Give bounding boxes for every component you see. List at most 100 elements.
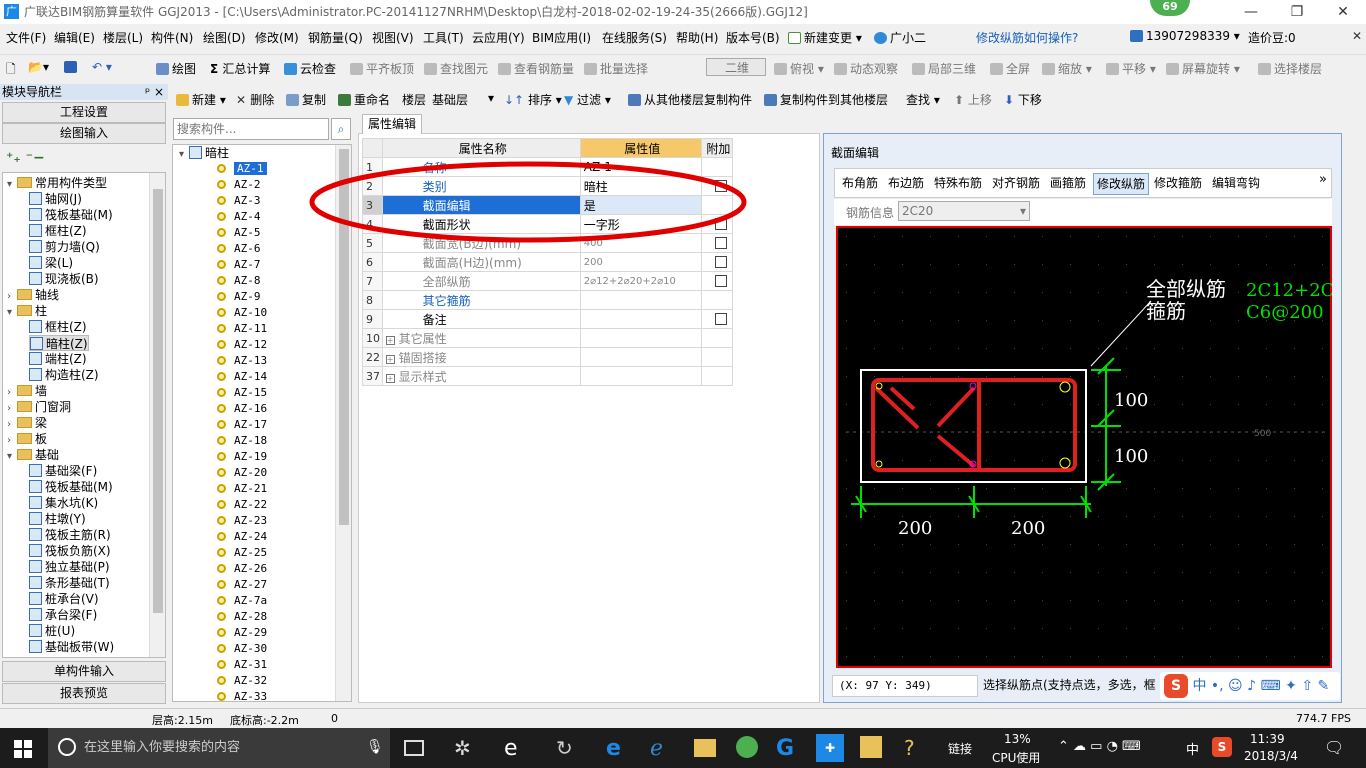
save-icon[interactable] — [64, 60, 80, 74]
help-question-link[interactable]: 修改纵筋如何操作? — [976, 29, 1078, 46]
windows-start-icon[interactable] — [14, 740, 32, 758]
nav-pin-close[interactable]: ᵖ × — [145, 84, 164, 100]
green-app-icon[interactable] — [736, 736, 758, 758]
component-list-item[interactable]: AZ-28 — [217, 609, 267, 625]
property-value-cell[interactable]: 2⌀12+2⌀20+2⌀10 — [579, 271, 702, 291]
find-element-button[interactable]: 查找图元 — [424, 60, 488, 77]
component-list-item[interactable]: AZ-3 — [217, 193, 261, 209]
component-list-item[interactable]: AZ-29 — [217, 625, 267, 641]
component-list-item[interactable]: AZ-9 — [217, 289, 261, 305]
nav-tree-item[interactable]: ▾ 柱 — [7, 303, 47, 319]
more-tabs-icon[interactable]: » — [1319, 172, 1327, 187]
edge-legacy-icon[interactable]: e — [504, 736, 530, 761]
menu-version[interactable]: 版本号(B) — [726, 29, 780, 46]
align-slab-top-button[interactable]: 平齐板顶 — [350, 60, 414, 77]
component-list-item[interactable]: AZ-26 — [217, 561, 267, 577]
notification-icon[interactable]: 🗨 — [1324, 738, 1344, 757]
component-list-item[interactable]: AZ-24 — [217, 529, 267, 545]
microphone-icon[interactable]: 🎙 — [366, 739, 384, 755]
fullscreen-button[interactable]: 全屏 — [990, 60, 1030, 77]
menu-rebar[interactable]: 钢筋量(Q) — [308, 29, 363, 46]
nav-tree-item[interactable]: 筏板基础(M) — [29, 207, 113, 223]
component-list-item[interactable]: AZ-16 — [217, 401, 267, 417]
property-value-cell[interactable] — [579, 347, 702, 367]
edge-icon[interactable]: e — [606, 736, 632, 761]
component-list-item[interactable]: AZ-21 — [217, 481, 267, 497]
property-name-cell[interactable]: + 显示样式 — [381, 366, 581, 386]
expand-collapse-all-icon[interactable]: ⁺₊ ⁻− — [6, 150, 45, 166]
ime-toolbar[interactable]: S 中 •, ☺ ♪ ⌨ ✦ ⇧ ✎ — [1160, 672, 1340, 700]
move-up-button[interactable]: ⬆ 上移 — [954, 91, 992, 108]
component-list-item[interactable]: AZ-11 — [217, 321, 267, 337]
property-name-cell[interactable]: 其它箍筋 — [381, 290, 581, 310]
property-value-cell[interactable]: 200 — [579, 252, 702, 272]
property-name-cell[interactable]: 截面高(H边)(mm) — [381, 252, 581, 272]
component-list-item[interactable]: AZ-30 — [217, 641, 267, 657]
expand-plus-icon[interactable]: + — [385, 335, 395, 345]
add-checkbox[interactable] — [714, 256, 727, 268]
ie-icon[interactable]: ℯ — [650, 736, 676, 761]
property-name-cell[interactable]: + 锚固搭接 — [381, 347, 581, 367]
sogou-icon[interactable]: S — [1164, 674, 1188, 698]
score-badge[interactable]: 69 — [1150, 0, 1190, 16]
tray-icons[interactable]: ⌃ ☁ ▭ ◔ ⌨ — [1058, 739, 1141, 754]
copy-to-floor-button[interactable]: 复制构件到其他楼层 — [764, 91, 888, 108]
property-row[interactable]: 8 其它箍筋 — [362, 290, 734, 310]
delete-button[interactable]: ✕ 删除 — [236, 91, 274, 108]
component-list-item[interactable]: AZ-5 — [217, 225, 261, 241]
report-preview-button[interactable]: 报表预览 — [2, 683, 166, 704]
filter-button[interactable]: ▼ 过滤 ▾ — [564, 91, 611, 108]
rename-button[interactable]: 重命名 — [338, 91, 390, 108]
section-canvas[interactable]: 全部纵筋 箍筋 2C12+2C C6@200 100 100 200 200 5… — [836, 226, 1332, 668]
expand-plus-icon[interactable]: + — [385, 354, 395, 364]
assistant-menu[interactable]: 广小二 — [874, 29, 926, 46]
tree-scrollbar-thumb[interactable] — [153, 189, 163, 613]
summary-calc-button[interactable]: Σ 汇总计算 — [210, 60, 270, 77]
nav-tree-item[interactable]: 独立基础(P) — [29, 559, 110, 575]
component-list-item[interactable]: AZ-32 — [217, 673, 267, 689]
link-label[interactable]: 链接 — [948, 740, 972, 757]
nav-tree-item[interactable]: 桩(U) — [29, 623, 75, 639]
undo-icon[interactable]: ↶ ▾ — [92, 60, 112, 74]
component-list-item[interactable]: AZ-7 — [217, 257, 261, 273]
nav-tree-item[interactable]: › 轴线 — [7, 287, 59, 303]
nav-tree-item[interactable]: 基础梁(F) — [29, 463, 97, 479]
nav-tree-item[interactable]: ▾ 基础 — [7, 447, 59, 463]
cloud-check-button[interactable]: 云检查 — [284, 60, 336, 77]
section-tab[interactable]: 布角筋 — [839, 173, 881, 195]
chinese-mode-icon[interactable]: 中 •, ☺ ♪ ⌨ ✦ ⇧ ✎ — [1192, 678, 1329, 694]
component-list-item[interactable]: AZ-20 — [217, 465, 267, 481]
component-list-item[interactable]: AZ-31 — [217, 657, 267, 673]
component-list-item[interactable]: AZ-6 — [217, 241, 261, 257]
property-value-cell[interactable] — [579, 309, 702, 329]
menu-file[interactable]: 文件(F) — [6, 29, 46, 46]
swirl-app-icon[interactable]: ↻ — [556, 736, 582, 760]
account-menu[interactable]: 13907298339 ▾ — [1130, 29, 1240, 43]
file-explorer-icon[interactable] — [694, 739, 716, 757]
sogou-tray-icon[interactable]: S — [1212, 737, 1232, 757]
property-row[interactable]: 22 + 锚固搭接 — [362, 347, 734, 367]
component-list-item[interactable]: AZ-4 — [217, 209, 261, 225]
rotate-screen-button[interactable]: 屏幕旋转 ▾ — [1166, 60, 1240, 77]
nav-tree-item[interactable]: 剪力墙(Q) — [29, 239, 100, 255]
component-list-item[interactable]: AZ-10 — [217, 305, 267, 321]
select-floor-button[interactable]: 选择楼层 — [1258, 60, 1322, 77]
close-button[interactable]: ✕ — [1320, 0, 1366, 24]
property-name-cell[interactable]: 全部纵筋 — [381, 271, 581, 291]
nav-tree-item[interactable]: › 板 — [7, 431, 47, 447]
section-tab[interactable]: 对齐钢筋 — [989, 173, 1043, 195]
component-list-item[interactable]: AZ-27 — [217, 577, 267, 593]
property-row[interactable]: 10 + 其它属性 — [362, 328, 734, 348]
nav-tree-item[interactable]: › 门窗洞 — [7, 399, 71, 415]
property-name-cell[interactable]: 备注 — [381, 309, 581, 329]
new-file-icon[interactable]: 🗋 — [6, 60, 16, 81]
section-tab[interactable]: 修改纵筋 — [1093, 173, 1150, 195]
property-value-cell[interactable] — [579, 328, 702, 348]
nav-tree-item[interactable]: 梁(L) — [29, 255, 73, 271]
nav-tree-item[interactable]: 集水坑(K) — [29, 495, 98, 511]
component-list-item[interactable]: AZ-18 — [217, 433, 267, 449]
section-tab[interactable]: 特殊布筋 — [931, 173, 985, 195]
nav-tree-item[interactable]: 轴网(J) — [29, 191, 82, 207]
nav-tree-item[interactable]: 端柱(Z) — [29, 351, 87, 367]
menu-bim[interactable]: BIM应用(I) — [532, 29, 591, 46]
